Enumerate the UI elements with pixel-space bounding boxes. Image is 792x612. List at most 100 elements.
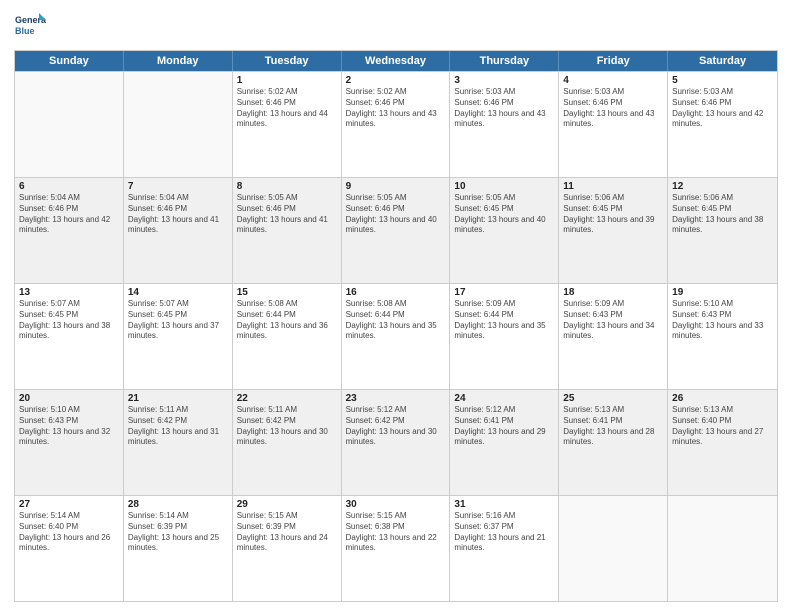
calendar-day-cell: 8Sunrise: 5:05 AM Sunset: 6:46 PM Daylig… [233,178,342,283]
empty-cell [15,72,124,177]
calendar-day-cell: 14Sunrise: 5:07 AM Sunset: 6:45 PM Dayli… [124,284,233,389]
calendar-row: 6Sunrise: 5:04 AM Sunset: 6:46 PM Daylig… [15,177,777,283]
calendar-day-cell: 13Sunrise: 5:07 AM Sunset: 6:45 PM Dayli… [15,284,124,389]
day-of-week-header: Sunday [15,51,124,71]
day-number: 5 [672,75,773,86]
calendar-day-cell: 11Sunrise: 5:06 AM Sunset: 6:45 PM Dayli… [559,178,668,283]
logo: General Blue [14,10,46,42]
calendar-row: 20Sunrise: 5:10 AM Sunset: 6:43 PM Dayli… [15,389,777,495]
day-info: Sunrise: 5:05 AM Sunset: 6:46 PM Dayligh… [237,193,337,236]
day-info: Sunrise: 5:07 AM Sunset: 6:45 PM Dayligh… [19,299,119,342]
calendar-day-cell: 4Sunrise: 5:03 AM Sunset: 6:46 PM Daylig… [559,72,668,177]
day-info: Sunrise: 5:14 AM Sunset: 6:39 PM Dayligh… [128,511,228,554]
calendar-row: 1Sunrise: 5:02 AM Sunset: 6:46 PM Daylig… [15,71,777,177]
day-info: Sunrise: 5:02 AM Sunset: 6:46 PM Dayligh… [237,87,337,130]
calendar-day-cell: 12Sunrise: 5:06 AM Sunset: 6:45 PM Dayli… [668,178,777,283]
day-number: 30 [346,499,446,510]
calendar-body: 1Sunrise: 5:02 AM Sunset: 6:46 PM Daylig… [15,71,777,601]
day-number: 3 [454,75,554,86]
day-number: 10 [454,181,554,192]
calendar-day-cell: 15Sunrise: 5:08 AM Sunset: 6:44 PM Dayli… [233,284,342,389]
day-info: Sunrise: 5:06 AM Sunset: 6:45 PM Dayligh… [563,193,663,236]
day-number: 19 [672,287,773,298]
day-info: Sunrise: 5:16 AM Sunset: 6:37 PM Dayligh… [454,511,554,554]
day-number: 28 [128,499,228,510]
day-number: 4 [563,75,663,86]
day-of-week-header: Tuesday [233,51,342,71]
day-number: 11 [563,181,663,192]
calendar-day-cell: 20Sunrise: 5:10 AM Sunset: 6:43 PM Dayli… [15,390,124,495]
calendar-day-cell: 29Sunrise: 5:15 AM Sunset: 6:39 PM Dayli… [233,496,342,601]
calendar-day-cell: 10Sunrise: 5:05 AM Sunset: 6:45 PM Dayli… [450,178,559,283]
day-info: Sunrise: 5:10 AM Sunset: 6:43 PM Dayligh… [672,299,773,342]
day-info: Sunrise: 5:12 AM Sunset: 6:42 PM Dayligh… [346,405,446,448]
day-info: Sunrise: 5:04 AM Sunset: 6:46 PM Dayligh… [128,193,228,236]
calendar-day-cell: 18Sunrise: 5:09 AM Sunset: 6:43 PM Dayli… [559,284,668,389]
svg-text:Blue: Blue [15,26,35,36]
day-number: 22 [237,393,337,404]
calendar-day-cell: 22Sunrise: 5:11 AM Sunset: 6:42 PM Dayli… [233,390,342,495]
day-info: Sunrise: 5:03 AM Sunset: 6:46 PM Dayligh… [672,87,773,130]
day-number: 2 [346,75,446,86]
calendar-day-cell: 21Sunrise: 5:11 AM Sunset: 6:42 PM Dayli… [124,390,233,495]
day-info: Sunrise: 5:10 AM Sunset: 6:43 PM Dayligh… [19,405,119,448]
day-info: Sunrise: 5:03 AM Sunset: 6:46 PM Dayligh… [563,87,663,130]
calendar: SundayMondayTuesdayWednesdayThursdayFrid… [14,50,778,602]
day-number: 20 [19,393,119,404]
day-info: Sunrise: 5:08 AM Sunset: 6:44 PM Dayligh… [237,299,337,342]
logo-graphic: General Blue [14,10,46,42]
day-info: Sunrise: 5:04 AM Sunset: 6:46 PM Dayligh… [19,193,119,236]
day-of-week-header: Friday [559,51,668,71]
page-header: General Blue [14,10,778,42]
day-info: Sunrise: 5:06 AM Sunset: 6:45 PM Dayligh… [672,193,773,236]
day-info: Sunrise: 5:12 AM Sunset: 6:41 PM Dayligh… [454,405,554,448]
day-info: Sunrise: 5:05 AM Sunset: 6:45 PM Dayligh… [454,193,554,236]
calendar-day-cell: 2Sunrise: 5:02 AM Sunset: 6:46 PM Daylig… [342,72,451,177]
calendar-day-cell: 25Sunrise: 5:13 AM Sunset: 6:41 PM Dayli… [559,390,668,495]
day-number: 1 [237,75,337,86]
day-info: Sunrise: 5:05 AM Sunset: 6:46 PM Dayligh… [346,193,446,236]
calendar-day-cell: 7Sunrise: 5:04 AM Sunset: 6:46 PM Daylig… [124,178,233,283]
calendar-day-cell: 30Sunrise: 5:15 AM Sunset: 6:38 PM Dayli… [342,496,451,601]
day-number: 18 [563,287,663,298]
empty-cell [559,496,668,601]
calendar-day-cell: 28Sunrise: 5:14 AM Sunset: 6:39 PM Dayli… [124,496,233,601]
day-number: 25 [563,393,663,404]
day-of-week-header: Wednesday [342,51,451,71]
calendar-day-cell: 5Sunrise: 5:03 AM Sunset: 6:46 PM Daylig… [668,72,777,177]
calendar-day-cell: 26Sunrise: 5:13 AM Sunset: 6:40 PM Dayli… [668,390,777,495]
day-number: 24 [454,393,554,404]
calendar-day-cell: 1Sunrise: 5:02 AM Sunset: 6:46 PM Daylig… [233,72,342,177]
calendar-day-cell: 19Sunrise: 5:10 AM Sunset: 6:43 PM Dayli… [668,284,777,389]
day-of-week-header: Monday [124,51,233,71]
day-number: 31 [454,499,554,510]
day-info: Sunrise: 5:14 AM Sunset: 6:40 PM Dayligh… [19,511,119,554]
day-number: 7 [128,181,228,192]
day-number: 27 [19,499,119,510]
day-info: Sunrise: 5:11 AM Sunset: 6:42 PM Dayligh… [128,405,228,448]
day-number: 14 [128,287,228,298]
calendar-day-cell: 24Sunrise: 5:12 AM Sunset: 6:41 PM Dayli… [450,390,559,495]
day-info: Sunrise: 5:13 AM Sunset: 6:41 PM Dayligh… [563,405,663,448]
day-info: Sunrise: 5:09 AM Sunset: 6:43 PM Dayligh… [563,299,663,342]
calendar-day-cell: 9Sunrise: 5:05 AM Sunset: 6:46 PM Daylig… [342,178,451,283]
day-number: 21 [128,393,228,404]
day-info: Sunrise: 5:15 AM Sunset: 6:38 PM Dayligh… [346,511,446,554]
day-number: 23 [346,393,446,404]
day-number: 8 [237,181,337,192]
calendar-header: SundayMondayTuesdayWednesdayThursdayFrid… [15,51,777,71]
day-number: 29 [237,499,337,510]
day-info: Sunrise: 5:13 AM Sunset: 6:40 PM Dayligh… [672,405,773,448]
empty-cell [124,72,233,177]
day-info: Sunrise: 5:09 AM Sunset: 6:44 PM Dayligh… [454,299,554,342]
day-of-week-header: Saturday [668,51,777,71]
day-info: Sunrise: 5:07 AM Sunset: 6:45 PM Dayligh… [128,299,228,342]
day-number: 6 [19,181,119,192]
calendar-day-cell: 17Sunrise: 5:09 AM Sunset: 6:44 PM Dayli… [450,284,559,389]
empty-cell [668,496,777,601]
calendar-row: 27Sunrise: 5:14 AM Sunset: 6:40 PM Dayli… [15,495,777,601]
day-number: 16 [346,287,446,298]
logo-container: General Blue [14,10,46,42]
day-number: 17 [454,287,554,298]
day-number: 12 [672,181,773,192]
